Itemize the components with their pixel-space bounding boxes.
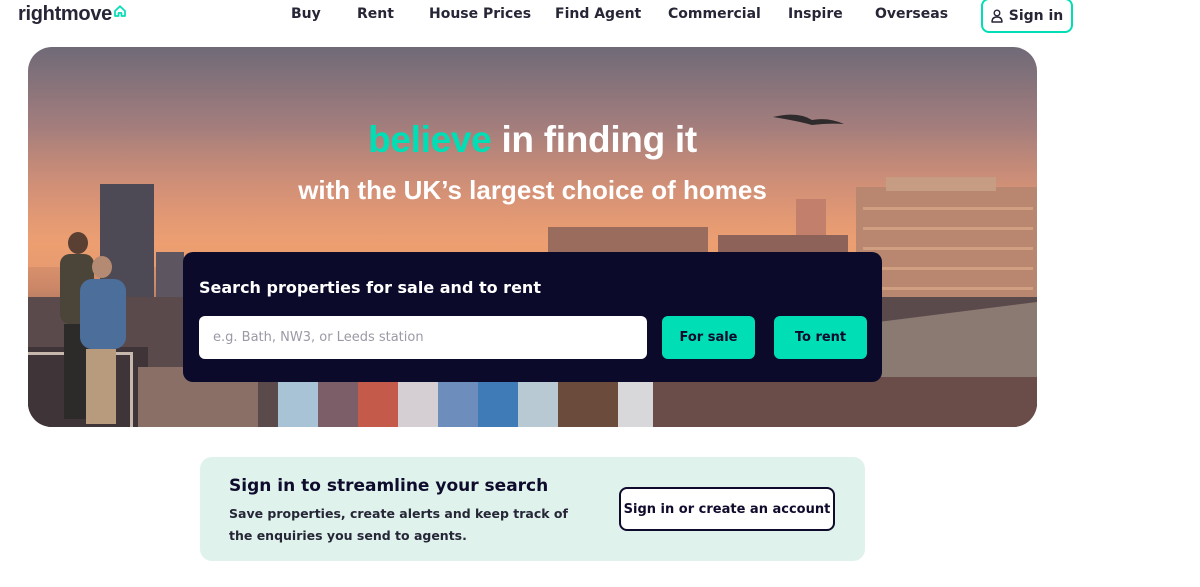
sign-in-create-account-button[interactable]: Sign in or create an account <box>619 487 835 531</box>
nav-commercial[interactable]: Commercial <box>668 6 761 22</box>
nav-inspire[interactable]: Inspire <box>788 6 843 22</box>
logo-text: rightmove <box>18 3 112 25</box>
nav-overseas[interactable]: Overseas <box>875 6 948 22</box>
promo-description: Save properties, create alerts and keep … <box>229 506 568 543</box>
sign-in-promo: Sign in to streamline your search Save p… <box>200 457 865 561</box>
house-outline-icon <box>114 5 126 17</box>
nav-buy[interactable]: Buy <box>291 6 321 22</box>
for-sale-button[interactable]: For sale <box>662 316 755 359</box>
to-rent-button[interactable]: To rent <box>774 316 867 359</box>
nav-house-prices[interactable]: House Prices <box>429 6 531 22</box>
location-search-input[interactable] <box>199 316 647 359</box>
rightmove-logo[interactable]: rightmove <box>18 3 127 26</box>
site-header: rightmove Buy Rent House Prices Find Age… <box>0 0 1200 34</box>
search-title: Search properties for sale and to rent <box>199 278 541 297</box>
property-search-panel: Search properties for sale and to rent F… <box>183 252 882 382</box>
promo-title: Sign in to streamline your search <box>229 476 549 496</box>
hero-subheadline: with the UK’s largest choice of homes <box>298 175 767 205</box>
nav-rent[interactable]: Rent <box>357 6 394 22</box>
hero-headline: believe in finding it <box>28 119 1037 161</box>
user-icon <box>991 9 1003 23</box>
headline-accent: believe <box>368 119 492 160</box>
sign-in-button[interactable]: Sign in <box>981 0 1073 33</box>
headline-rest: in finding it <box>491 119 697 160</box>
sign-in-label: Sign in <box>1008 7 1064 24</box>
nav-find-agent[interactable]: Find Agent <box>555 6 641 22</box>
